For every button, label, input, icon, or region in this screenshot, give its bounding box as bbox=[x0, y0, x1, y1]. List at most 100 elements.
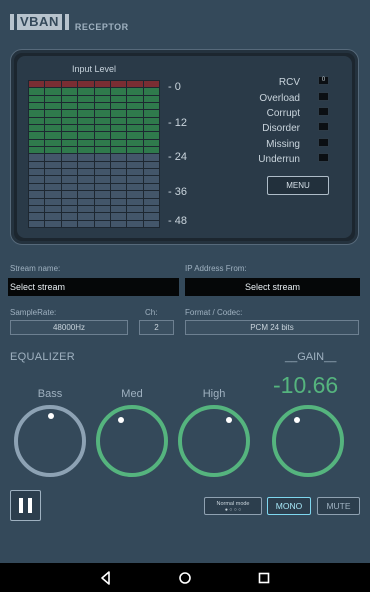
meter-cell bbox=[143, 183, 159, 191]
missing-indicator bbox=[318, 138, 329, 147]
meter-cell bbox=[143, 103, 159, 110]
meter-cell bbox=[45, 213, 61, 220]
bass-knob[interactable] bbox=[14, 405, 86, 477]
meter-cell bbox=[94, 213, 110, 220]
scale-label: - 36 bbox=[168, 186, 187, 198]
meter-cell bbox=[94, 117, 110, 125]
meter-cell bbox=[61, 103, 78, 110]
meter-cell bbox=[45, 95, 61, 103]
meter-cell bbox=[94, 103, 110, 110]
normal-mode-button[interactable]: Normal mode ● ○ ○ ○ bbox=[204, 497, 262, 515]
meter-cell bbox=[45, 88, 61, 95]
meter-cell bbox=[110, 154, 127, 161]
meter-cell bbox=[127, 154, 143, 161]
app-logo: VBAN RECEPTOR bbox=[10, 14, 129, 32]
meter-cell bbox=[110, 147, 127, 154]
ip-address-select[interactable]: Select stream bbox=[185, 278, 360, 296]
meter-cell bbox=[110, 205, 127, 213]
mono-button[interactable]: MONO bbox=[267, 497, 311, 515]
meter-cell bbox=[94, 147, 110, 154]
menu-button[interactable]: MENU bbox=[267, 176, 329, 195]
knob-indicator bbox=[294, 417, 300, 423]
meter-cell bbox=[78, 110, 94, 117]
meter-cell bbox=[29, 95, 45, 103]
meter-cell bbox=[94, 220, 110, 227]
gain-title: __GAIN__ bbox=[285, 351, 337, 363]
scale-label: - 12 bbox=[168, 117, 187, 129]
scale-label: - 48 bbox=[168, 215, 187, 227]
status-label-rcv: RCV bbox=[278, 77, 300, 88]
meter-cell bbox=[78, 161, 94, 169]
input-level-meter bbox=[28, 80, 160, 228]
meter-cell bbox=[143, 88, 159, 95]
pause-icon bbox=[19, 498, 23, 513]
meter-cell bbox=[29, 198, 45, 205]
meter-cell bbox=[94, 191, 110, 198]
meter-cell bbox=[127, 103, 143, 110]
meter-cell bbox=[45, 132, 61, 139]
meter-column bbox=[110, 81, 127, 227]
meter-cell bbox=[143, 198, 159, 205]
meter-cell bbox=[143, 205, 159, 213]
knob-indicator bbox=[48, 413, 54, 419]
equalizer-title: EQUALIZER bbox=[10, 351, 76, 363]
mute-button[interactable]: MUTE bbox=[317, 497, 360, 515]
meter-cell bbox=[29, 132, 45, 139]
app-subtitle: RECEPTOR bbox=[74, 22, 129, 32]
meter-column bbox=[127, 81, 143, 227]
high-knob[interactable] bbox=[178, 405, 250, 477]
meter-cell bbox=[45, 220, 61, 227]
meter-cell bbox=[127, 213, 143, 220]
meter-cell bbox=[110, 139, 127, 147]
recents-icon[interactable] bbox=[256, 570, 272, 586]
channels-label: Ch: bbox=[145, 308, 158, 317]
meter-cell bbox=[127, 147, 143, 154]
meter-cell bbox=[127, 191, 143, 198]
channels-field: 2 bbox=[139, 320, 174, 335]
meter-cell bbox=[143, 220, 159, 227]
meter-cell bbox=[45, 205, 61, 213]
meter-cell bbox=[29, 147, 45, 154]
meter-cell bbox=[127, 183, 143, 191]
meter-cell bbox=[94, 81, 110, 88]
meter-cell bbox=[45, 147, 61, 154]
overload-indicator bbox=[318, 92, 329, 101]
meter-cell bbox=[45, 183, 61, 191]
meter-cell bbox=[78, 213, 94, 220]
back-icon[interactable] bbox=[98, 570, 114, 586]
stream-name-select[interactable]: Select stream bbox=[8, 278, 179, 296]
meter-cell bbox=[29, 169, 45, 176]
meter-cell bbox=[78, 147, 94, 154]
meter-cell bbox=[127, 88, 143, 95]
meter-cell bbox=[61, 147, 78, 154]
meter-cell bbox=[78, 169, 94, 176]
meter-cell bbox=[94, 176, 110, 183]
meter-cell bbox=[110, 169, 127, 176]
meter-cell bbox=[45, 110, 61, 117]
meter-cell bbox=[45, 81, 61, 88]
meter-cell bbox=[29, 117, 45, 125]
med-knob[interactable] bbox=[96, 405, 168, 477]
meter-cell bbox=[61, 161, 78, 169]
meter-cell bbox=[143, 125, 159, 132]
meter-cell bbox=[110, 176, 127, 183]
meter-cell bbox=[61, 88, 78, 95]
pause-button[interactable] bbox=[10, 490, 41, 521]
gain-knob[interactable] bbox=[272, 405, 344, 477]
meter-cell bbox=[94, 205, 110, 213]
meter-cell bbox=[143, 132, 159, 139]
meter-cell bbox=[110, 213, 127, 220]
meter-cell bbox=[78, 132, 94, 139]
meter-cell bbox=[143, 117, 159, 125]
meter-cell bbox=[29, 88, 45, 95]
meter-cell bbox=[94, 183, 110, 191]
codec-field: PCM 24 bits bbox=[185, 320, 359, 335]
logo-text: VBAN bbox=[17, 14, 62, 30]
home-icon[interactable] bbox=[177, 570, 193, 586]
meter-cell bbox=[94, 161, 110, 169]
meter-cell bbox=[61, 198, 78, 205]
med-label: Med bbox=[121, 388, 143, 400]
meter-cell bbox=[45, 176, 61, 183]
meter-cell bbox=[110, 161, 127, 169]
meter-cell bbox=[127, 125, 143, 132]
